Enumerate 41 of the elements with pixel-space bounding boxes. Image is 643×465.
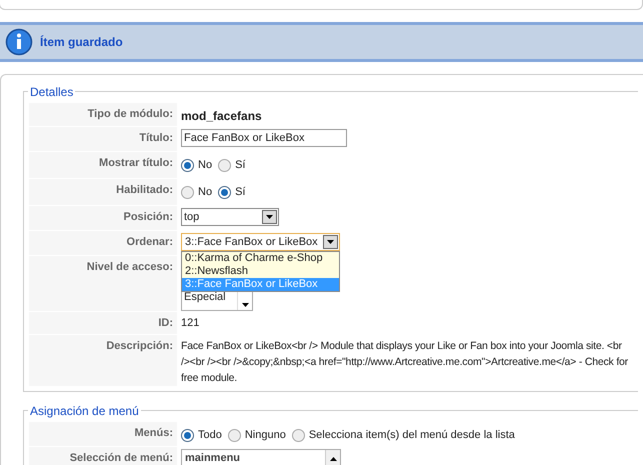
- field-label: Nivel de acceso:: [86, 260, 173, 275]
- caret-icon: [327, 240, 334, 244]
- field-label: Tipo de módulo:: [88, 107, 173, 122]
- field-label: Mostrar título:: [99, 156, 173, 171]
- caret-icon: [242, 303, 248, 307]
- radio-label: Todo: [198, 428, 222, 443]
- dropdown-option[interactable]: 2::Newsflash: [182, 265, 339, 278]
- radio-button[interactable]: [181, 158, 194, 172]
- menu-selection-listbox[interactable]: mainmenu: [181, 449, 341, 465]
- position-dropdown[interactable]: top: [181, 208, 279, 226]
- id-value: 121: [181, 316, 200, 331]
- radio-label: Sí: [235, 158, 246, 173]
- access-level-listbox[interactable]: Especial: [181, 289, 253, 311]
- radio-button[interactable]: [181, 428, 194, 442]
- radio-label: Ninguno: [244, 428, 286, 443]
- message-text: Ítem guardado: [40, 34, 123, 51]
- radio-label: Sí: [235, 185, 246, 200]
- field-label: Posición:: [123, 210, 173, 225]
- description-text: Face FanBox or LikeBox<br /> Module that displays your Like or Fan box into your Joomla site. <br /><br /><br />&copy;&nbsp;<a href="http://www.Artcreative.me.com">Artcreative.me</a> - Check for free module.: [181, 339, 629, 386]
- radio-button[interactable]: [218, 186, 232, 199]
- field-label: ID:: [158, 316, 173, 331]
- caret-up-icon: [330, 457, 336, 461]
- title-input[interactable]: Face FanBox or LikeBox: [181, 129, 347, 147]
- module-type-value: mod_facefans: [181, 108, 263, 125]
- radio-label: No: [198, 185, 212, 200]
- field-label: Selección de menú:: [70, 451, 173, 465]
- radio-label: No: [198, 158, 212, 173]
- field-label: Título:: [139, 131, 173, 146]
- radio-button[interactable]: [292, 428, 305, 442]
- field-label: Menús:: [134, 426, 173, 441]
- field-label: Ordenar:: [126, 235, 173, 250]
- radio-label: Selecciona item(s) del menú desde la lista: [308, 428, 515, 443]
- dropdown-option[interactable]: 0::Karma of Charme e-Shop: [182, 252, 339, 265]
- caret-icon: [266, 215, 273, 219]
- radio-button[interactable]: [218, 158, 232, 172]
- ordering-dropdown[interactable]: 3::Face FanBox or LikeBox: [181, 233, 340, 251]
- info-icon: [5, 28, 33, 56]
- field-label: Habilitado:: [116, 183, 173, 198]
- field-label: Descripción:: [106, 339, 173, 354]
- radio-button[interactable]: [181, 186, 194, 199]
- radio-button[interactable]: [228, 428, 241, 442]
